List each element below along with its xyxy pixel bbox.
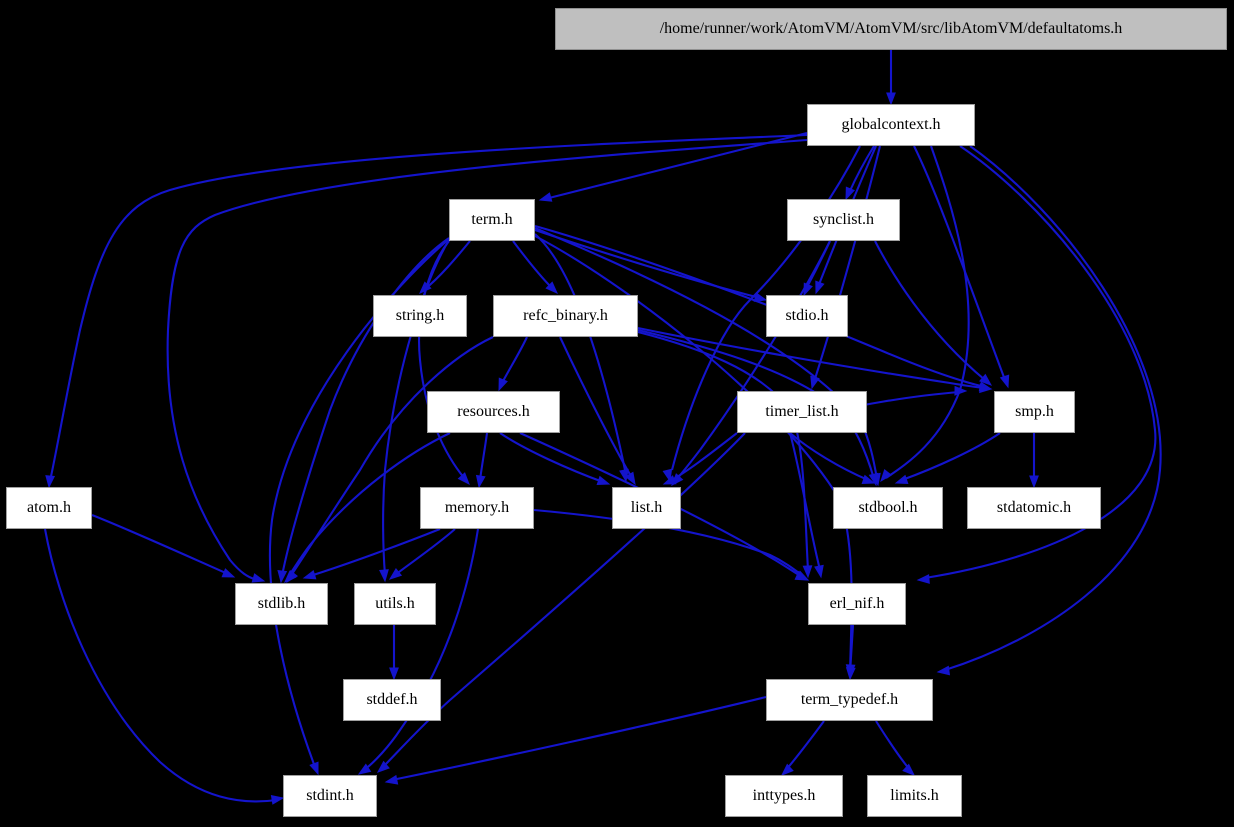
graph-node-stdint[interactable]: stdint.h — [283, 775, 377, 817]
edge-term_typedef-to-limits — [875, 720, 916, 776]
edge-globalcontext-to-timer_list — [810, 145, 882, 390]
edge-term-to-refc_binary — [512, 240, 558, 294]
edge-root-to-globalcontext — [886, 49, 896, 106]
edge-term-to-list — [534, 233, 629, 483]
graph-node-inttypes[interactable]: inttypes.h — [725, 775, 843, 817]
graph-node-stddef[interactable]: stddef.h — [343, 679, 441, 721]
graph-node-stdatomic[interactable]: stdatomic.h — [967, 487, 1101, 529]
graph-node-synclist[interactable]: synclist.h — [787, 199, 900, 241]
graph-node-refc_binary[interactable]: refc_binary.h — [493, 295, 638, 337]
edge-atom-to-stdint — [43, 528, 285, 805]
graph-node-resources[interactable]: resources.h — [427, 391, 560, 433]
graph-node-string[interactable]: string.h — [373, 295, 467, 337]
graph-node-stdio[interactable]: stdio.h — [766, 295, 848, 337]
edge-term_typedef-to-inttypes — [780, 720, 825, 776]
graph-node-memory[interactable]: memory.h — [420, 487, 534, 529]
edge-utils-to-stddef — [389, 625, 399, 681]
graph-node-root: /home/runner/work/AtomVM/AtomVM/src/libA… — [555, 8, 1227, 50]
edge-resources-to-list — [499, 432, 611, 486]
graph-node-limits[interactable]: limits.h — [867, 775, 962, 817]
edge-refc_binary-to-list — [559, 336, 636, 486]
edge-refc_binary-to-resources — [498, 336, 528, 392]
graph-node-utils[interactable]: utils.h — [354, 583, 436, 625]
edge-atom-to-stdlib — [91, 514, 236, 578]
graph-node-atom[interactable]: atom.h — [6, 487, 92, 529]
graph-node-globalcontext[interactable]: globalcontext.h — [807, 104, 975, 146]
edge-synclist-to-smp — [874, 240, 993, 386]
edge-term_typedef-to-stdint — [384, 695, 767, 785]
include-dependency-graph: /home/runner/work/AtomVM/AtomVM/src/libA… — [0, 0, 1234, 827]
graph-node-smp[interactable]: smp.h — [994, 391, 1075, 433]
graph-node-erl_nif[interactable]: erl_nif.h — [808, 583, 906, 625]
edge-memory-to-stdlib — [302, 528, 441, 580]
graph-node-term_typedef[interactable]: term_typedef.h — [766, 679, 933, 721]
graph-node-stdlib[interactable]: stdlib.h — [235, 583, 328, 625]
edge-resources-to-memory — [475, 432, 489, 489]
edge-globalcontext-to-smp — [913, 145, 1010, 389]
edge-smp-to-stdatomic — [1029, 433, 1039, 489]
edge-refc_binary-to-stdlib — [286, 336, 494, 584]
graph-node-term[interactable]: term.h — [449, 199, 535, 241]
graph-node-list[interactable]: list.h — [612, 487, 681, 529]
graph-node-timer_list[interactable]: timer_list.h — [737, 391, 867, 433]
graph-node-stdbool[interactable]: stdbool.h — [833, 487, 943, 529]
edge-term-to-memory — [418, 240, 470, 486]
edge-memory-to-stdint — [357, 528, 480, 775]
